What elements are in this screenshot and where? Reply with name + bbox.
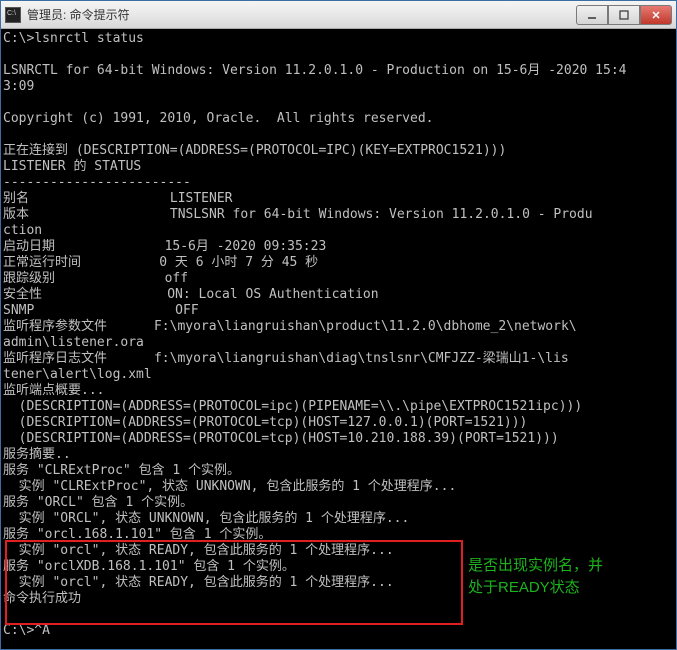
output-line: ------------------------ [3, 175, 191, 190]
output-line: 实例 "ORCL", 状态 UNKNOWN, 包含此服务的 1 个处理程序... [3, 511, 409, 526]
output-line: 服务 "orcl.168.1.101" 包含 1 个实例。 [3, 527, 271, 542]
cmd-window: 管理员: 命令提示符 C:\>lsnrctl status LSNRCTL fo… [0, 0, 677, 650]
output-line: 服务 "orclXDB.168.1.101" 包含 1 个实例。 [3, 559, 295, 574]
output-line: (DESCRIPTION=(ADDRESS=(PROTOCOL=tcp)(HOS… [3, 415, 527, 430]
titlebar[interactable]: 管理员: 命令提示符 [1, 1, 676, 29]
output-line: 正在连接到 (DESCRIPTION=(ADDRESS=(PROTOCOL=IP… [3, 143, 506, 158]
output-line: 服务 "ORCL" 包含 1 个实例。 [3, 495, 193, 510]
output-line: 版本 TNSLSNR for 64-bit Windows: Version 1… [3, 207, 593, 222]
output-line: LISTENER 的 STATUS [3, 159, 141, 174]
output-line: admin\listener.ora [3, 335, 144, 350]
minimize-button[interactable] [576, 5, 608, 25]
prompt: C:\>^A [3, 623, 50, 638]
output-line: 跟踪级别 off [3, 271, 188, 286]
output-line: SNMP OFF [3, 303, 199, 318]
output-line: 服务摘要.. [3, 447, 71, 462]
close-button[interactable] [640, 5, 672, 25]
output-line: 实例 "orcl", 状态 READY, 包含此服务的 1 个处理程序... [3, 575, 394, 590]
output-line: 实例 "CLRExtProc", 状态 UNKNOWN, 包含此服务的 1 个处… [3, 479, 456, 494]
output-line: 实例 "orcl", 状态 READY, 包含此服务的 1 个处理程序... [3, 543, 394, 558]
output-line: (DESCRIPTION=(ADDRESS=(PROTOCOL=tcp)(HOS… [3, 431, 559, 446]
output-line: ction [3, 223, 42, 238]
output-line: LSNRCTL for 64-bit Windows: Version 11.2… [3, 63, 626, 78]
maximize-button[interactable] [608, 5, 640, 25]
output-line: 启动日期 15-6月 -2020 09:35:23 [3, 239, 326, 254]
output-line: (DESCRIPTION=(ADDRESS=(PROTOCOL=ipc)(PIP… [3, 399, 582, 414]
output-line: 正常运行时间 0 天 6 小时 7 分 45 秒 [3, 255, 318, 270]
output-line: Copyright (c) 1991, 2010, Oracle. All ri… [3, 111, 433, 126]
output-line: 别名 LISTENER [3, 191, 233, 206]
output-line: 监听程序参数文件 F:\myora\liangruishan\product\1… [3, 319, 577, 334]
window-title: 管理员: 命令提示符 [27, 6, 576, 23]
terminal-output[interactable]: C:\>lsnrctl status LSNRCTL for 64-bit Wi… [1, 29, 676, 649]
output-line: 安全性 ON: Local OS Authentication [3, 287, 379, 302]
output-line: 监听端点概要... [3, 383, 104, 398]
command: lsnrctl status [34, 31, 144, 46]
prompt: C:\> [3, 31, 34, 46]
output-line: 服务 "CLRExtProc" 包含 1 个实例。 [3, 463, 240, 478]
output-line: tener\alert\log.xml [3, 367, 152, 382]
output-line: 3:09 [3, 79, 34, 94]
window-controls [576, 5, 672, 25]
output-line: 命令执行成功 [3, 591, 81, 606]
cmd-icon [5, 7, 21, 23]
output-line: 监听程序日志文件 f:\myora\liangruishan\diag\tnsl… [3, 351, 569, 366]
